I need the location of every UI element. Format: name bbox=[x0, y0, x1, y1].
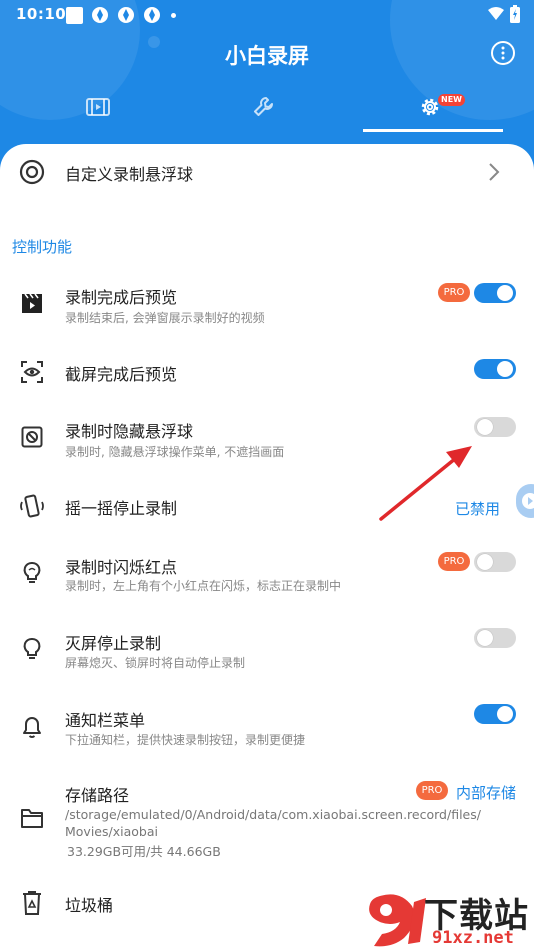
screenshot-eye-icon bbox=[18, 358, 46, 386]
notification-app-icon bbox=[92, 7, 108, 23]
setting-title: 录制完成后预览 bbox=[65, 288, 178, 307]
folder-icon bbox=[18, 804, 46, 832]
watermark-logo-icon bbox=[369, 894, 426, 947]
lightbulb-icon bbox=[18, 635, 46, 663]
setting-screen-off-stop: 灭屏停止录制 屏幕熄灭、锁屏时将自动停止录制 bbox=[0, 626, 534, 676]
section-title-control: 控制功能 bbox=[12, 238, 73, 256]
hide-float-ball-toggle[interactable] bbox=[474, 417, 516, 437]
setting-title: 垃圾桶 bbox=[65, 896, 114, 915]
toggle-knob bbox=[477, 630, 493, 646]
shake-phone-icon bbox=[18, 492, 46, 520]
tab-videos[interactable] bbox=[80, 92, 116, 122]
setting-storage-path[interactable]: 存储路径 /storage/emulated/0/Android/data/co… bbox=[0, 780, 534, 860]
watermark-url: 91xz.net bbox=[432, 928, 514, 948]
app-title: 小白录屏 bbox=[225, 44, 309, 68]
status-time: 10:10 bbox=[16, 5, 67, 23]
tab-bar bbox=[0, 84, 534, 132]
screen-off-stop-toggle[interactable] bbox=[474, 628, 516, 648]
pro-badge: PRO bbox=[438, 552, 470, 571]
custom-float-ball-label: 自定义录制悬浮球 bbox=[65, 165, 194, 184]
storage-path-line-1: /storage/emulated/0/Android/data/com.xia… bbox=[65, 807, 481, 822]
info-icon[interactable] bbox=[490, 40, 516, 66]
toggle-knob bbox=[477, 554, 493, 570]
preview-after-screenshot-toggle[interactable] bbox=[474, 359, 516, 379]
blink-red-dot-toggle[interactable] bbox=[474, 552, 516, 572]
storage-capacity: 33.29GB可用/共 44.66GB bbox=[67, 844, 221, 859]
toggle-knob bbox=[497, 361, 513, 377]
storage-path-line-2: Movies/xiaobai bbox=[65, 824, 158, 839]
setting-subtitle: 录制时，左上角有个小红点在闪烁，标志正在录制中 bbox=[65, 579, 342, 593]
setting-title: 存储路径 bbox=[65, 786, 130, 805]
toggle-knob bbox=[497, 706, 513, 722]
bell-icon bbox=[18, 713, 46, 741]
setting-subtitle: 录制时, 隐藏悬浮球操作菜单, 不遮挡画面 bbox=[65, 445, 285, 459]
hide-ball-icon bbox=[18, 423, 46, 451]
setting-title: 灭屏停止录制 bbox=[65, 634, 162, 653]
setting-title: 通知栏菜单 bbox=[65, 711, 146, 730]
setting-title: 录制时闪烁红点 bbox=[65, 558, 178, 577]
chevron-right-icon bbox=[489, 163, 500, 181]
setting-notification-menu: 通知栏菜单 下拉通知栏，提供快速录制按钮，录制更便捷 bbox=[0, 704, 534, 754]
setting-blink-red-dot: 录制时闪烁红点 录制时，左上角有个小红点在闪烁，标志正在录制中 PRO bbox=[0, 550, 534, 600]
notification-icons bbox=[66, 6, 176, 24]
active-tab-indicator bbox=[363, 129, 503, 132]
bulb-icon bbox=[18, 559, 46, 587]
notification-app-icon bbox=[118, 7, 134, 23]
more-notifications-dot bbox=[171, 12, 176, 18]
setting-subtitle: 录制结束后, 会弹窗展示录制好的视频 bbox=[65, 311, 265, 325]
annotation-arrow bbox=[379, 446, 472, 521]
status-right-icons bbox=[488, 5, 520, 23]
setting-preview-after-record: 录制完成后预览 录制结束后, 会弹窗展示录制好的视频 PRO bbox=[0, 280, 534, 330]
app-header: 10:10 小白录屏 NEW bbox=[0, 0, 534, 160]
toggle-knob bbox=[497, 285, 513, 301]
pro-badge: PRO bbox=[416, 781, 448, 800]
notification-square-icon bbox=[66, 6, 83, 24]
target-icon bbox=[18, 158, 46, 186]
custom-float-ball-item[interactable]: 自定义录制悬浮球 bbox=[0, 148, 534, 196]
toggle-knob bbox=[477, 419, 493, 435]
tab-tools[interactable] bbox=[246, 92, 282, 122]
preview-after-record-toggle[interactable] bbox=[474, 283, 516, 303]
setting-subtitle: 下拉通知栏，提供快速录制按钮，录制更便捷 bbox=[65, 733, 306, 747]
battery-icon bbox=[510, 5, 520, 23]
setting-title: 截屏完成后预览 bbox=[65, 365, 178, 384]
play-icon bbox=[522, 493, 534, 509]
trash-icon bbox=[18, 889, 46, 917]
setting-preview-after-screenshot: 截屏完成后预览 bbox=[0, 356, 534, 388]
setting-subtitle: 屏幕熄灭、锁屏时将自动停止录制 bbox=[65, 656, 246, 670]
storage-location-value[interactable]: 内部存储 bbox=[456, 782, 516, 803]
setting-title: 录制时隐藏悬浮球 bbox=[65, 422, 194, 441]
status-bar: 10:10 bbox=[0, 0, 534, 30]
clapperboard-icon bbox=[18, 289, 46, 317]
new-badge: NEW bbox=[438, 94, 465, 106]
notification-app-icon bbox=[144, 7, 160, 23]
wrench-icon bbox=[254, 97, 273, 116]
setting-title: 摇一摇停止录制 bbox=[65, 499, 178, 518]
film-icon bbox=[86, 98, 110, 116]
notification-menu-toggle[interactable] bbox=[474, 704, 516, 724]
pro-badge: PRO bbox=[438, 283, 470, 302]
wifi-icon bbox=[488, 7, 504, 20]
watermark: 下载站 91xz.net bbox=[360, 886, 534, 950]
